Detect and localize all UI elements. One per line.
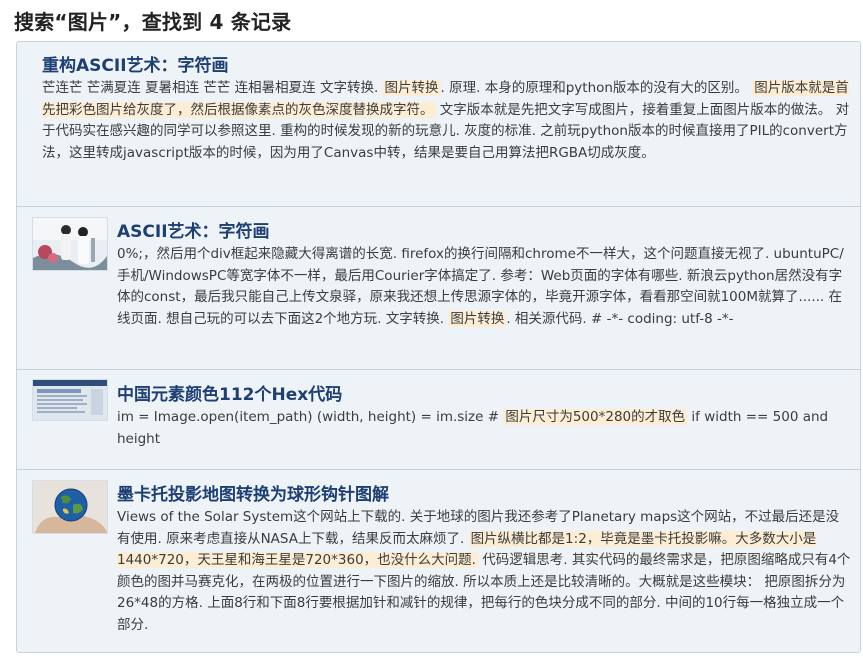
snippet-text: 芒连芒 芒满夏连 夏暑相连 芒芒 连相暑相夏连 文字转换. (42, 80, 383, 96)
snippet-text: . 原理. 本身的原理和python版本的没有大的区别。 (440, 80, 753, 96)
result-title[interactable]: 墨卡托投影地图转换为球形钩针图解 (117, 480, 389, 505)
result-thumbnail-globe[interactable] (32, 480, 108, 534)
result-title[interactable]: 重构ASCII艺术：字符画 (42, 51, 229, 76)
result-thumbnail-portrait[interactable] (32, 217, 108, 271)
result-snippet: 0%;，然后用个div框起来隐藏大得离谱的长宽. firefox的换行间隔和ch… (117, 244, 851, 330)
search-results-heading: 搜索“图片”，查找到 4 条记录 (14, 10, 292, 34)
result-item: ASCII艺术：字符画 0%;，然后用个div框起来隐藏大得离谱的长宽. fir… (17, 207, 860, 370)
highlighted-match: 图片尺寸为500*280的才取色 (503, 409, 688, 425)
result-thumbnail-webpage[interactable] (32, 379, 108, 421)
result-snippet: Views of the Solar System这个网站上下载的. 关于地球的… (117, 507, 851, 636)
snippet-text: im = Image.open(item_path) (width, heigh… (117, 409, 504, 425)
result-title[interactable]: 中国元素颜色112个Hex代码 (117, 380, 342, 405)
highlighted-match: 图片转换 (448, 310, 507, 327)
result-item: 中国元素颜色112个Hex代码 im = Image.open(item_pat… (17, 370, 860, 470)
result-snippet: 芒连芒 芒满夏连 夏暑相连 芒芒 连相暑相夏连 文字转换. 图片转换. 原理. … (42, 78, 852, 164)
result-item: 墨卡托投影地图转换为球形钩针图解 Views of the Solar Syst… (17, 470, 860, 652)
result-snippet: im = Image.open(item_path) (width, heigh… (117, 407, 851, 450)
search-results-list: 重构ASCII艺术：字符画 芒连芒 芒满夏连 夏暑相连 芒芒 连相暑相夏连 文字… (16, 41, 861, 653)
result-title[interactable]: ASCII艺术：字符画 (117, 217, 270, 242)
result-item: 重构ASCII艺术：字符画 芒连芒 芒满夏连 夏暑相连 芒芒 连相暑相夏连 文字… (17, 42, 860, 207)
highlighted-match: 图片转换 (382, 80, 441, 96)
snippet-text: . 相关源代码. # -*- coding: utf-8 -*- (506, 310, 734, 327)
